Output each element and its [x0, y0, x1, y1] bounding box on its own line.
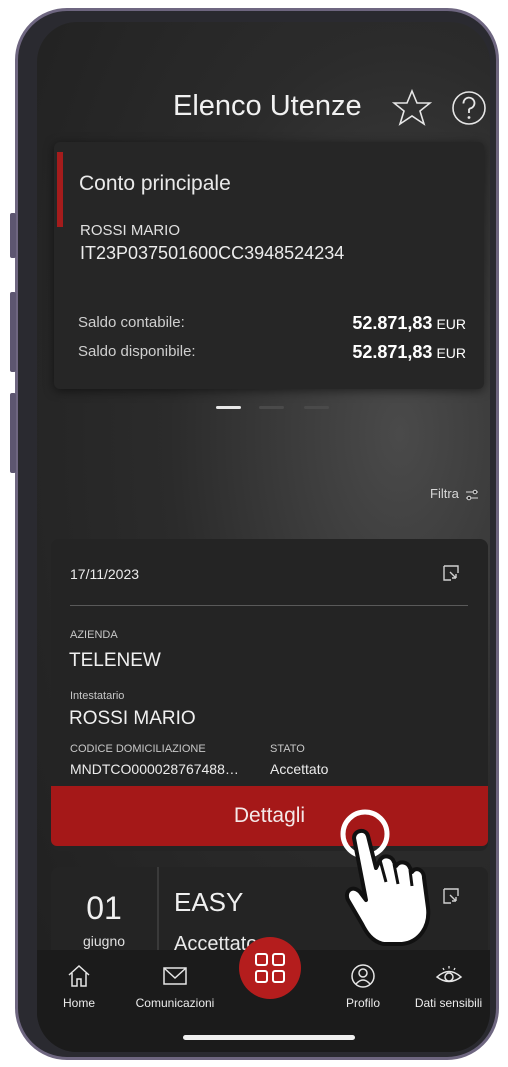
codice-label: CODICE DOMICILIAZIONE	[70, 743, 206, 755]
tab-dati-sensibili-label: Dati sensibili	[414, 996, 483, 1010]
stato-label: STATO	[270, 743, 305, 755]
grid-icon	[255, 953, 285, 983]
saldo-disponibile-currency: EUR	[436, 345, 466, 361]
eye-icon	[435, 966, 463, 983]
card2-title: EASY	[174, 887, 244, 917]
tap-hand-icon	[340, 809, 431, 946]
saldo-disponibile-value: 52.871,83 EUR	[352, 342, 466, 363]
phone-volume-down	[10, 393, 16, 473]
saldo-contabile-currency: EUR	[436, 316, 466, 332]
stato-value: Accettato	[270, 761, 329, 777]
tab-comunicazioni-label: Comunicazioni	[135, 996, 215, 1010]
card2-month: giugno	[82, 933, 126, 949]
saldo-disponibile-label: Saldo disponibile:	[78, 343, 196, 360]
tab-dati-sensibili[interactable]: Dati sensibili	[407, 950, 490, 1030]
intestatario-value: ROSSI MARIO	[69, 708, 196, 729]
account-accent-bar	[57, 152, 63, 227]
home-icon	[68, 964, 90, 987]
page-title: Elenco Utenze	[173, 90, 362, 122]
utenza-card[interactable]: 17/11/2023 AZIENDA TELENEW Intestatario …	[51, 539, 488, 851]
profile-icon	[351, 964, 375, 988]
tab-profilo-label: Profilo	[345, 996, 380, 1010]
saldo-contabile-value: 52.871,83 EUR	[352, 313, 466, 334]
phone-volume-up	[10, 292, 16, 372]
azienda-value: TELENEW	[69, 650, 161, 671]
collapse-icon[interactable]	[442, 564, 460, 582]
intestatario-label: Intestatario	[70, 690, 125, 702]
expand-icon[interactable]	[442, 887, 460, 905]
filter-button[interactable]: Filtra	[430, 486, 479, 501]
filter-label: Filtra	[430, 486, 459, 501]
filter-sliders-icon	[465, 489, 478, 500]
favorite-star-icon[interactable]	[392, 88, 432, 128]
account-title: Conto principale	[79, 172, 231, 195]
codice-value: MNDTCO000028767488…	[70, 761, 239, 777]
pager-dot[interactable]	[304, 406, 329, 409]
help-icon[interactable]	[449, 88, 489, 128]
pager-dot-active[interactable]	[216, 406, 241, 409]
tab-comunicazioni[interactable]: Comunicazioni	[125, 950, 225, 1030]
saldo-contabile-label: Saldo contabile:	[78, 314, 185, 331]
utenza-date: 17/11/2023	[70, 566, 140, 582]
tab-home-label: Home	[62, 996, 95, 1010]
account-holder: ROSSI MARIO	[80, 222, 181, 239]
mail-icon	[163, 967, 187, 985]
saldo-contabile-amount: 52.871,83	[352, 313, 433, 333]
saldo-disponibile-amount: 52.871,83	[352, 342, 433, 362]
pager-dot[interactable]	[259, 406, 284, 409]
phone-mute-switch	[10, 213, 16, 258]
card-divider	[70, 605, 468, 606]
tab-profilo[interactable]: Profilo	[323, 950, 403, 1030]
home-indicator	[183, 1035, 355, 1040]
azienda-label: AZIENDA	[70, 629, 118, 641]
tab-home[interactable]: Home	[39, 950, 119, 1030]
account-card[interactable]: Conto principale ROSSI MARIO IT23P037501…	[54, 142, 484, 389]
account-iban: IT23P037501600CC3948524234	[80, 243, 345, 263]
card2-day: 01	[86, 890, 122, 926]
menu-grid-button[interactable]	[239, 937, 301, 999]
